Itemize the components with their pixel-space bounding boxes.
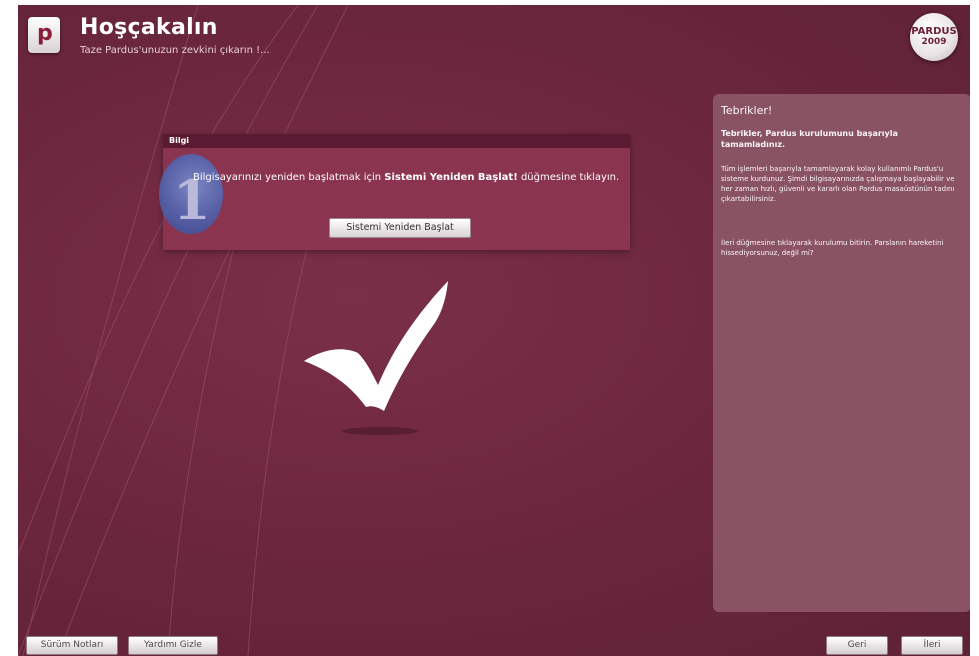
installer-window: p Hoşçakalın Taze Pardus'unuzun zevkini … bbox=[18, 5, 970, 656]
info-message-start: Bilgisayarınızı yeniden başlatmak için bbox=[193, 172, 385, 183]
logo-letter: p bbox=[37, 21, 53, 46]
info-message: Bilgisayarınızı yeniden başlatmak için S… bbox=[193, 170, 623, 186]
badge-year: 2009 bbox=[921, 37, 947, 47]
info-number-icon: 1 bbox=[159, 154, 223, 234]
info-dialog-header: Bilgi bbox=[163, 134, 630, 148]
help-lead: Tebrikler, Pardus kurulumunu başarıyla t… bbox=[721, 129, 898, 149]
pardus-2009-badge: PARDUS 2009 bbox=[910, 13, 958, 61]
page-title: Hoşçakalın bbox=[80, 15, 218, 40]
info-message-bold: Sistemi Yeniden Başlat! bbox=[384, 172, 518, 183]
hide-help-button[interactable]: Yardımı Gizle bbox=[128, 636, 218, 655]
checkmark-icon bbox=[304, 281, 448, 435]
badge-name: PARDUS bbox=[911, 26, 957, 37]
release-notes-button[interactable]: Sürüm Notları bbox=[26, 636, 118, 655]
help-panel: Tebrikler! Tebrikler, Pardus kurulumunu … bbox=[713, 94, 970, 612]
help-title: Tebrikler! bbox=[721, 104, 773, 117]
pardus-logo: p bbox=[28, 17, 60, 53]
help-paragraph-2: İleri düğmesine tıklayarak kurulumu biti… bbox=[721, 239, 944, 257]
help-paragraph-1: Tüm işlemleri başarıyla tamamlayarak kol… bbox=[721, 165, 955, 203]
info-message-end: düğmesine tıklayın. bbox=[517, 172, 620, 183]
page-subtitle: Taze Pardus'unuzun zevkini çıkarın !... bbox=[80, 45, 270, 56]
restart-system-button[interactable]: Sistemi Yeniden Başlat bbox=[329, 218, 471, 238]
back-button[interactable]: Geri bbox=[826, 636, 888, 655]
next-button[interactable]: İleri bbox=[901, 636, 963, 655]
info-dialog: Bilgi 1 Bilgisayarınızı yeniden başlatma… bbox=[159, 134, 630, 250]
